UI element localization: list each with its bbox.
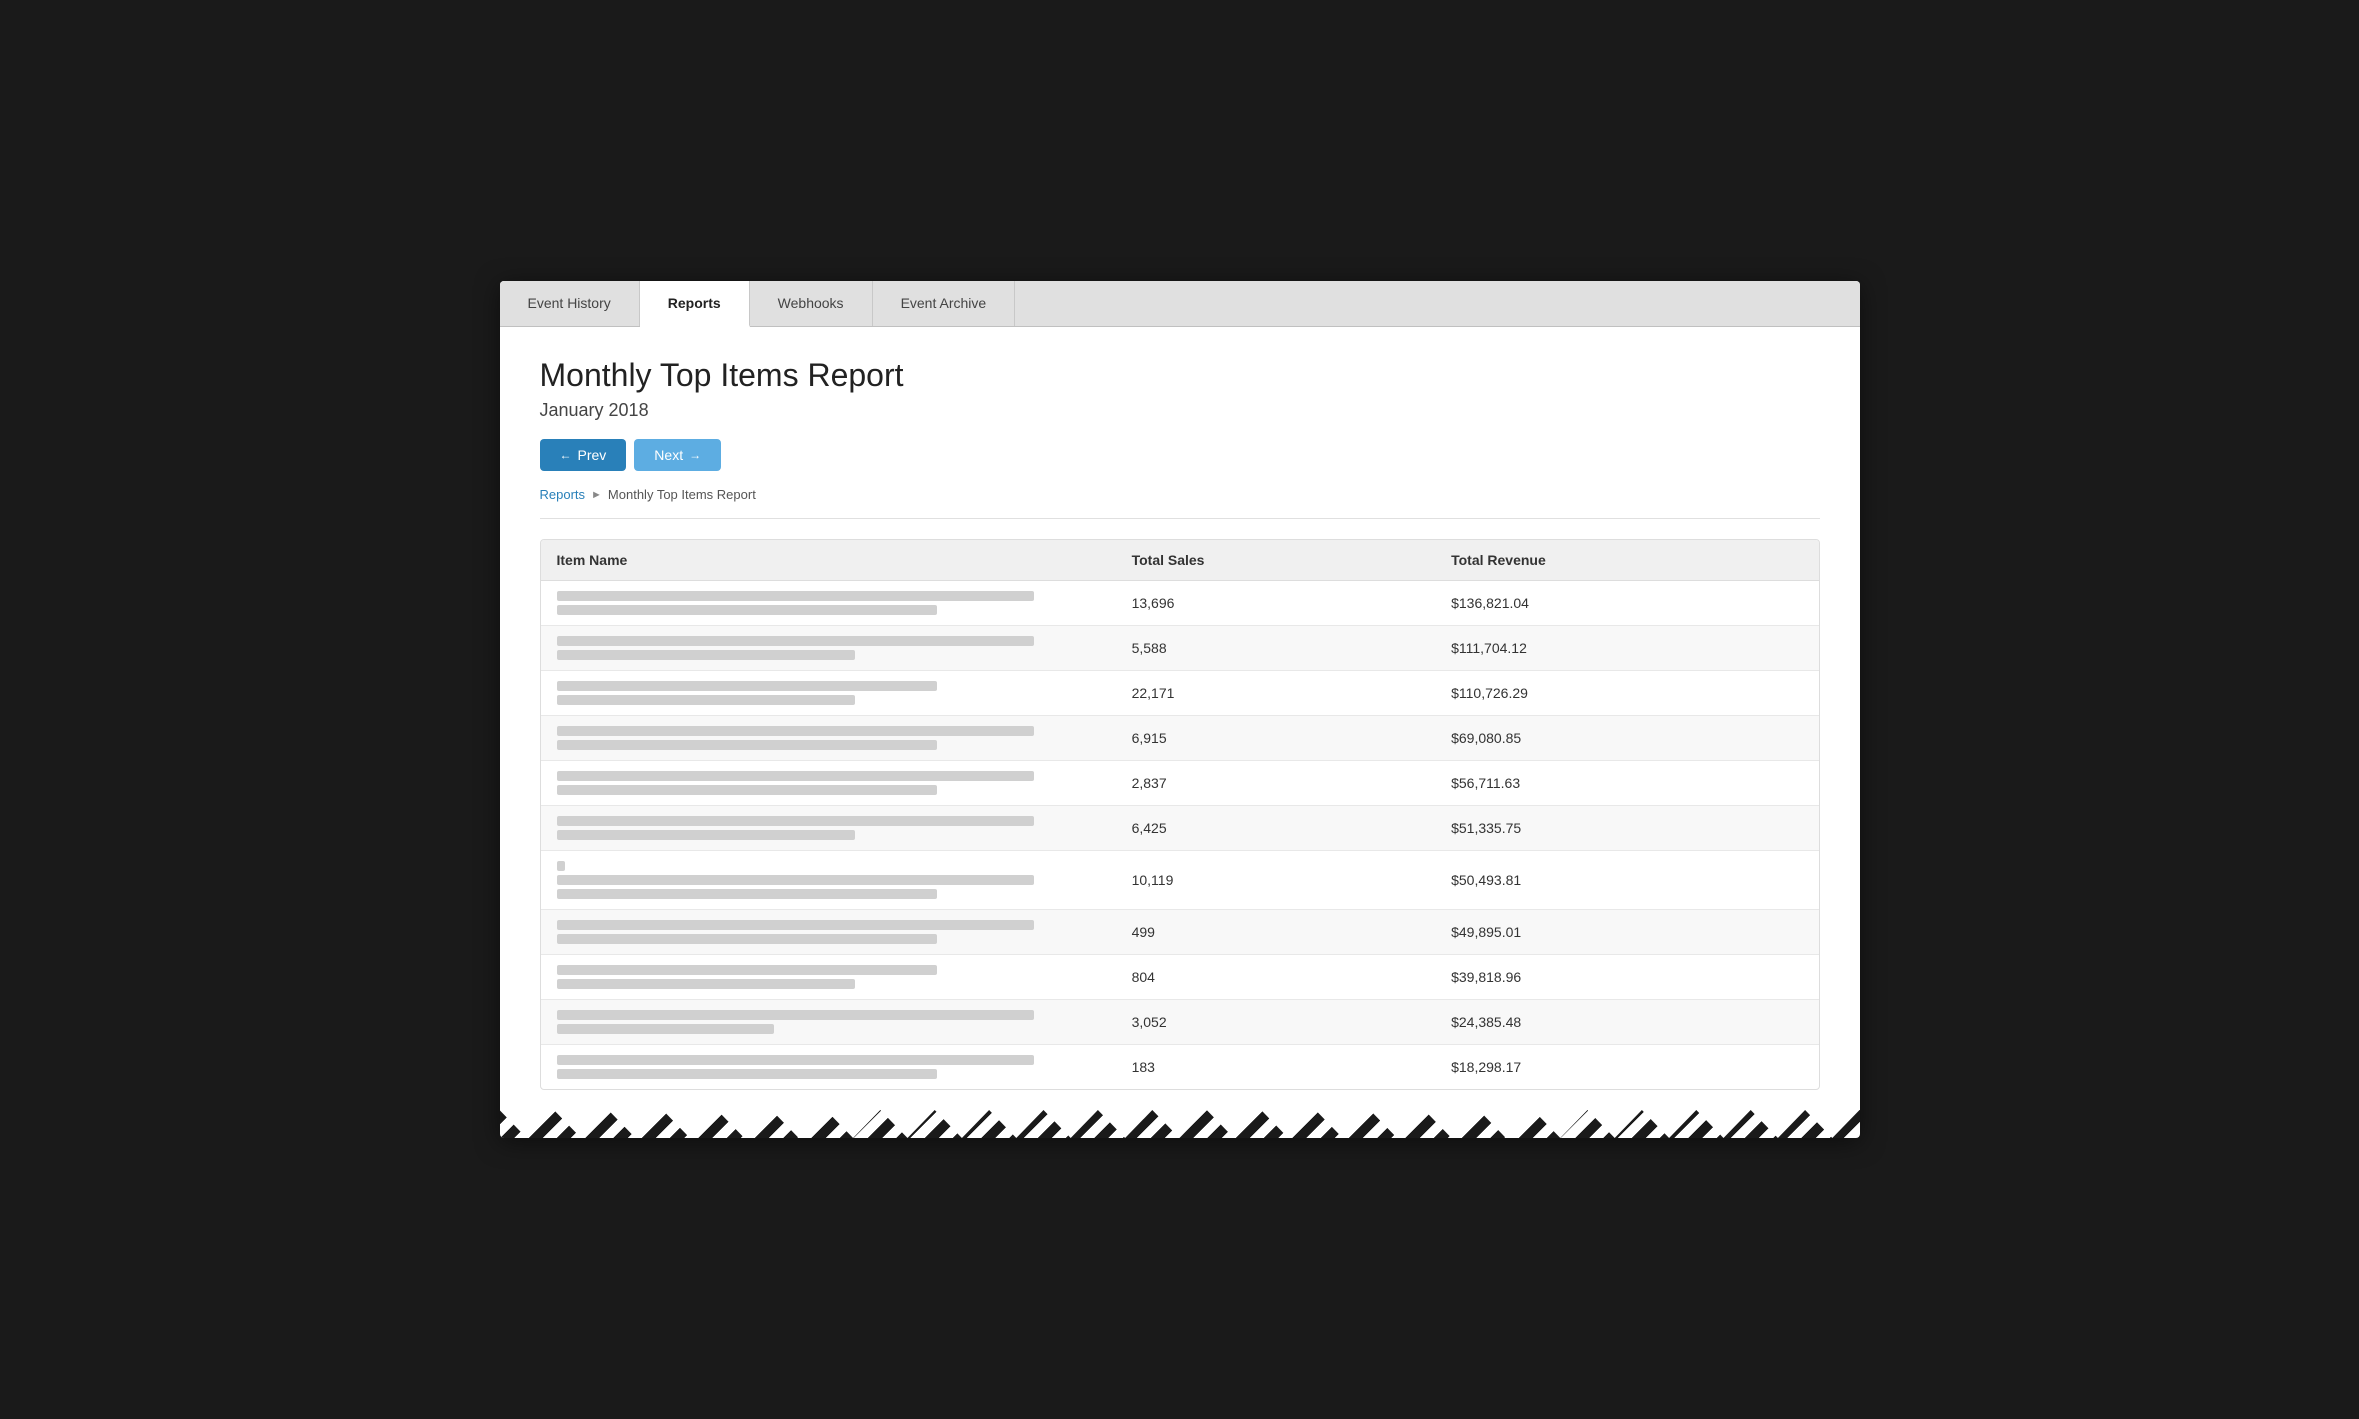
placeholder-dot	[557, 861, 565, 871]
placeholder-line	[557, 1069, 937, 1079]
item-name-cell	[541, 955, 1116, 1000]
col-header-item-name: Item Name	[541, 540, 1116, 581]
placeholder-line	[557, 605, 937, 615]
total-revenue-cell: $69,080.85	[1435, 716, 1818, 761]
total-sales-cell: 6,425	[1116, 806, 1436, 851]
main-window: Event History Reports Webhooks Event Arc…	[500, 281, 1860, 1138]
placeholder-line	[557, 889, 937, 899]
total-revenue-cell: $24,385.48	[1435, 1000, 1818, 1045]
item-name-cell	[541, 1000, 1116, 1045]
prev-arrow-icon: ←	[560, 448, 572, 462]
placeholder-line	[557, 636, 1035, 646]
total-revenue-cell: $56,711.63	[1435, 761, 1818, 806]
total-revenue-cell: $110,726.29	[1435, 671, 1818, 716]
breadcrumb-separator: ►	[591, 489, 602, 501]
total-sales-cell: 22,171	[1116, 671, 1436, 716]
placeholder-line	[557, 1024, 774, 1034]
placeholder-line	[557, 1010, 1035, 1020]
total-revenue-cell: $50,493.81	[1435, 851, 1818, 910]
placeholder-line	[557, 650, 856, 660]
placeholder-line	[557, 1055, 1035, 1065]
total-sales-cell: 6,915	[1116, 716, 1436, 761]
total-sales-cell: 10,119	[1116, 851, 1436, 910]
placeholder-line	[557, 591, 1035, 601]
period-label: January 2018	[540, 400, 1820, 421]
main-content: Monthly Top Items Report January 2018 ← …	[500, 327, 1860, 1110]
item-name-cell	[541, 910, 1116, 955]
total-sales-cell: 804	[1116, 955, 1436, 1000]
placeholder-line	[557, 681, 937, 691]
total-sales-cell: 499	[1116, 910, 1436, 955]
placeholder-line	[557, 695, 856, 705]
table-row: 22,171$110,726.29	[541, 671, 1819, 716]
table-row: 6,915$69,080.85	[541, 716, 1819, 761]
total-revenue-cell: $136,821.04	[1435, 581, 1818, 626]
breadcrumb: Reports ► Monthly Top Items Report	[540, 487, 1820, 519]
item-name-cell	[541, 761, 1116, 806]
tab-event-archive[interactable]: Event Archive	[873, 281, 1016, 326]
breadcrumb-reports-link[interactable]: Reports	[540, 487, 586, 502]
total-sales-cell: 5,588	[1116, 626, 1436, 671]
item-name-cell	[541, 671, 1116, 716]
item-name-cell	[541, 1045, 1116, 1090]
table-row: 183$18,298.17	[541, 1045, 1819, 1090]
table-row: 6,425$51,335.75	[541, 806, 1819, 851]
tab-bar: Event History Reports Webhooks Event Arc…	[500, 281, 1860, 327]
placeholder-line	[557, 934, 937, 944]
table-row: 3,052$24,385.48	[541, 1000, 1819, 1045]
total-revenue-cell: $39,818.96	[1435, 955, 1818, 1000]
placeholder-line	[557, 726, 1035, 736]
col-header-total-sales: Total Sales	[1116, 540, 1436, 581]
page-title: Monthly Top Items Report	[540, 357, 1820, 394]
breadcrumb-current: Monthly Top Items Report	[608, 487, 756, 502]
placeholder-line	[557, 920, 1035, 930]
total-sales-cell: 3,052	[1116, 1000, 1436, 1045]
placeholder-line	[557, 875, 1035, 885]
item-name-cell	[541, 581, 1116, 626]
placeholder-line	[557, 965, 937, 975]
table-row: 804$39,818.96	[541, 955, 1819, 1000]
report-table-container: Item Name Total Sales Total Revenue 13,6…	[540, 539, 1820, 1090]
placeholder-line	[557, 771, 1035, 781]
total-sales-cell: 183	[1116, 1045, 1436, 1090]
next-button[interactable]: Next →	[634, 439, 721, 471]
tab-event-history[interactable]: Event History	[500, 281, 640, 326]
col-header-total-revenue: Total Revenue	[1435, 540, 1818, 581]
total-revenue-cell: $111,704.12	[1435, 626, 1818, 671]
total-sales-cell: 13,696	[1116, 581, 1436, 626]
placeholder-line	[557, 979, 856, 989]
item-name-cell	[541, 716, 1116, 761]
table-row: 5,588$111,704.12	[541, 626, 1819, 671]
total-revenue-cell: $51,335.75	[1435, 806, 1818, 851]
nav-buttons: ← Prev Next →	[540, 439, 1820, 471]
table-row: 499$49,895.01	[541, 910, 1819, 955]
report-table: Item Name Total Sales Total Revenue 13,6…	[541, 540, 1819, 1089]
item-name-cell	[541, 851, 1116, 910]
tab-webhooks[interactable]: Webhooks	[750, 281, 873, 326]
total-revenue-cell: $49,895.01	[1435, 910, 1818, 955]
item-name-cell	[541, 626, 1116, 671]
prev-button[interactable]: ← Prev	[540, 439, 627, 471]
table-row: 10,119$50,493.81	[541, 851, 1819, 910]
placeholder-line	[557, 740, 937, 750]
item-name-cell	[541, 806, 1116, 851]
table-row: 13,696$136,821.04	[541, 581, 1819, 626]
total-revenue-cell: $18,298.17	[1435, 1045, 1818, 1090]
next-arrow-icon: →	[689, 448, 701, 462]
tab-reports[interactable]: Reports	[640, 281, 750, 327]
torn-edge-decoration	[500, 1110, 1860, 1138]
placeholder-line	[557, 816, 1035, 826]
placeholder-line	[557, 785, 937, 795]
table-header-row: Item Name Total Sales Total Revenue	[541, 540, 1819, 581]
placeholder-line	[557, 830, 856, 840]
total-sales-cell: 2,837	[1116, 761, 1436, 806]
table-row: 2,837$56,711.63	[541, 761, 1819, 806]
